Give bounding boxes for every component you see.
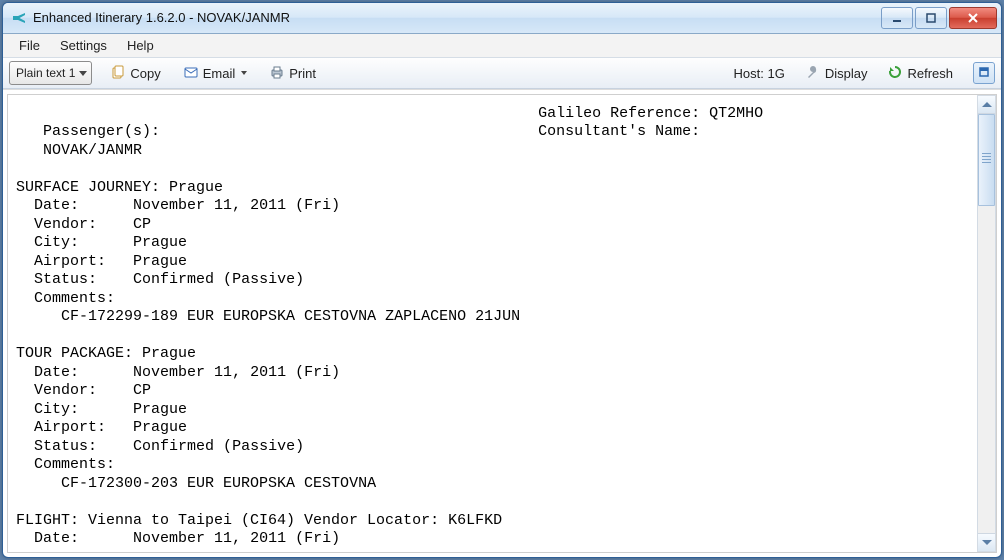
panel-toggle-button[interactable]: [973, 62, 995, 84]
window-title: Enhanced Itinerary 1.6.2.0 - NOVAK/JANMR: [33, 10, 881, 25]
menu-file[interactable]: File: [9, 35, 50, 56]
titlebar: Enhanced Itinerary 1.6.2.0 - NOVAK/JANMR: [3, 3, 1001, 34]
chevron-down-icon: [241, 71, 247, 75]
vertical-scrollbar[interactable]: [977, 95, 996, 552]
toolbar: Plain text 1 Copy Email Print Host: [3, 57, 1001, 89]
menu-bar: File Settings Help: [3, 34, 1001, 58]
maximize-button[interactable]: [915, 7, 947, 29]
refresh-label: Refresh: [907, 66, 953, 81]
scroll-thumb[interactable]: [978, 114, 995, 206]
itinerary-text[interactable]: Galileo Reference: QT2MHO Passenger(s): …: [7, 94, 997, 553]
panel-toggle-icon: [978, 66, 990, 81]
menu-help[interactable]: Help: [117, 35, 164, 56]
app-window: Enhanced Itinerary 1.6.2.0 - NOVAK/JANMR…: [2, 2, 1002, 558]
refresh-icon: [887, 64, 903, 83]
format-dropdown-label: Plain text 1: [16, 66, 75, 80]
scroll-up-button[interactable]: [978, 96, 995, 114]
refresh-button[interactable]: Refresh: [881, 62, 959, 85]
print-icon: [269, 64, 285, 83]
scroll-track[interactable]: [978, 114, 995, 533]
scroll-down-button[interactable]: [978, 533, 995, 551]
close-button[interactable]: [949, 7, 997, 29]
email-icon: [183, 64, 199, 83]
arrow-down-icon: [982, 540, 992, 545]
email-label: Email: [203, 66, 236, 81]
content-area: Galileo Reference: QT2MHO Passenger(s): …: [3, 89, 1001, 557]
copy-label: Copy: [130, 66, 160, 81]
arrow-up-icon: [982, 102, 992, 107]
copy-icon: [110, 64, 126, 83]
print-button[interactable]: Print: [263, 62, 322, 85]
window-controls: [881, 7, 997, 29]
minimize-button[interactable]: [881, 7, 913, 29]
display-label: Display: [825, 66, 868, 81]
print-label: Print: [289, 66, 316, 81]
app-icon: [11, 10, 27, 26]
chevron-down-icon: [79, 71, 87, 76]
copy-button[interactable]: Copy: [104, 62, 166, 85]
host-label: Host: 1G: [728, 64, 791, 83]
email-button[interactable]: Email: [177, 62, 254, 85]
host-text: Host: 1G: [734, 66, 785, 81]
menu-settings[interactable]: Settings: [50, 35, 117, 56]
format-dropdown[interactable]: Plain text 1: [9, 61, 92, 85]
wrench-icon: [805, 64, 821, 83]
display-button[interactable]: Display: [799, 62, 874, 85]
